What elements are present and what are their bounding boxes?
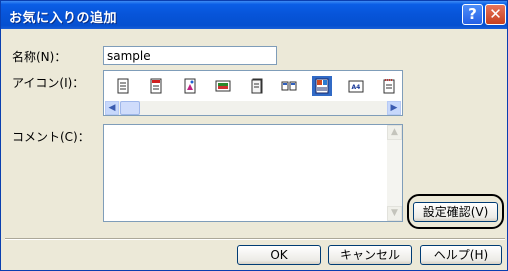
comment-vertical-scrollbar[interactable]: ▲ ▼ (387, 125, 402, 221)
landscape-picture-icon[interactable] (215, 78, 231, 94)
red-document-icon[interactable] (148, 78, 164, 94)
help-title-button[interactable]: ? (462, 4, 483, 25)
icon-list-horizontal-scrollbar[interactable]: ◀ ▶ (105, 101, 401, 115)
icon-list[interactable]: A4 ◀ ▶ (103, 70, 403, 116)
window-title: お気に入りの追加 (9, 11, 118, 26)
name-field[interactable]: sample (103, 46, 277, 65)
add-favorite-dialog: お気に入りの追加 ? ✕ 名称(N)： sample アイコン(I)： A4 ◀… (0, 0, 508, 271)
scroll-left-icon[interactable]: ◀ (105, 101, 119, 115)
ok-button[interactable]: OK (237, 245, 321, 265)
scroll-down-icon[interactable]: ▼ (387, 206, 402, 221)
close-button[interactable]: ✕ (485, 4, 506, 25)
separator (5, 238, 505, 240)
multi-page-layout-icon[interactable] (312, 76, 332, 96)
a4-page-icon[interactable]: A4 (348, 78, 364, 94)
scroll-right-icon[interactable]: ▶ (387, 101, 401, 115)
settings-confirm-button[interactable]: 設定確認(V) (413, 202, 498, 222)
image-document-icon[interactable] (182, 78, 198, 94)
title-bar[interactable]: お気に入りの追加 ? ✕ (1, 1, 507, 29)
scroll-up-icon[interactable]: ▲ (387, 125, 402, 140)
cancel-button[interactable]: キャンセル (328, 245, 412, 265)
help-button[interactable]: ヘルプ(H) (420, 245, 502, 265)
scroll-thumb[interactable] (120, 101, 140, 115)
notepad-icon[interactable] (381, 78, 397, 94)
icon-label: アイコン(I)： (12, 76, 85, 90)
booklet-icon[interactable] (249, 78, 265, 94)
svg-text:A4: A4 (352, 84, 361, 91)
comment-label: コメント(C)： (12, 130, 90, 144)
name-label: 名称(N)： (12, 50, 67, 64)
n-up-pages-icon[interactable] (281, 78, 297, 94)
comment-field[interactable]: ▲ ▼ (103, 124, 403, 222)
document-icon[interactable] (115, 78, 131, 94)
